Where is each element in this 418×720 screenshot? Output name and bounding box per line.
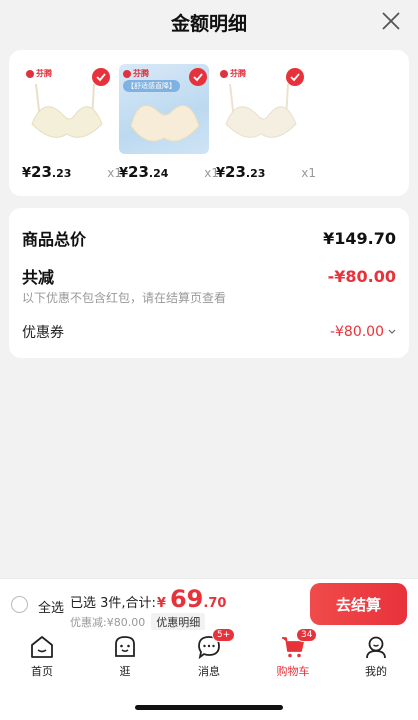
page-title: 金额明细 xyxy=(170,12,247,35)
total-line: 已选 3件,合计: ¥ 69 .70 xyxy=(70,585,226,613)
total-int: 69 xyxy=(169,585,204,613)
product-image[interactable]: 芬腾 xyxy=(22,64,112,154)
discount-detail-button[interactable]: 优惠明细 xyxy=(151,613,206,631)
discount-line: 优惠减:¥80.00 优惠明细 xyxy=(70,613,206,631)
tab-label: 消息 xyxy=(198,665,220,678)
tab-label: 逛 xyxy=(119,665,131,678)
goods-total-label: 商品总价 xyxy=(22,230,87,249)
brand-tag: 芬腾 xyxy=(123,68,149,79)
product-image[interactable]: 芬腾 xyxy=(216,64,306,154)
discount-note-row: 以下优惠不包含红包，请在结算页查看 xyxy=(22,289,396,306)
coupon-value-wrap[interactable]: -¥80.00 xyxy=(330,324,396,340)
product-item[interactable]: 芬腾 【舒适感直降】 ¥23.24 x1 xyxy=(119,64,219,181)
total-currency: ¥ xyxy=(156,596,166,611)
product-price: ¥23.23 xyxy=(216,163,266,181)
tab-profile[interactable]: 我的 xyxy=(341,634,411,679)
summary-card: 商品总价 ¥149.70 共减 -¥80.00 以下优惠不包含红包，请在结算页查… xyxy=(9,208,409,358)
tab-label: 首页 xyxy=(31,665,53,678)
brand-logo-icon xyxy=(220,69,228,78)
coupon-label: 优惠券 xyxy=(22,325,64,341)
checked-icon[interactable] xyxy=(189,68,207,86)
goods-total-row: 商品总价 ¥149.70 xyxy=(22,226,396,250)
chevron-down-icon xyxy=(388,329,396,334)
tab-messages[interactable]: 5+ 消息 xyxy=(174,628,244,679)
close-icon xyxy=(382,12,400,30)
brand-name: 芬腾 xyxy=(36,69,52,78)
product-item[interactable]: 芬腾 ¥23.23 x1 xyxy=(22,64,122,181)
message-icon: 5+ xyxy=(196,628,236,660)
brand-name: 芬腾 xyxy=(230,69,246,78)
face-icon xyxy=(112,634,138,660)
discount-summary: 优惠减:¥80.00 xyxy=(70,616,146,629)
message-badge: 5+ xyxy=(212,628,236,642)
discount-note: 以下优惠不包含红包，请在结算页查看 xyxy=(22,291,227,305)
product-item[interactable]: 芬腾 ¥23.23 x1 xyxy=(216,64,316,181)
select-all-label[interactable]: 全选 xyxy=(38,597,64,616)
total-dec: .70 xyxy=(203,596,227,611)
brand-tag: 芬腾 xyxy=(220,68,246,79)
selected-count-text: 已选 3件,合计: xyxy=(70,596,156,611)
brand-logo-icon xyxy=(123,69,131,78)
coupon-value: -¥80.00 xyxy=(329,324,384,340)
product-qty: x1 xyxy=(301,166,316,180)
checkout-bar: 全选 已选 3件,合计: ¥ 69 .70 优惠减:¥80.00 优惠明细 去结… xyxy=(0,578,418,631)
home-indicator xyxy=(135,705,283,710)
product-image[interactable]: 芬腾 【舒适感直降】 xyxy=(119,64,209,154)
tab-label: 我的 xyxy=(365,665,387,678)
coupon-row[interactable]: 优惠券 -¥80.00 xyxy=(22,322,396,342)
discount-row: 共减 -¥80.00 xyxy=(22,264,396,288)
checked-icon[interactable] xyxy=(286,68,304,86)
cart-badge: 34 xyxy=(296,628,318,642)
goods-total-value: ¥149.70 xyxy=(323,228,396,248)
sheet-header: 金额明细 xyxy=(0,0,418,44)
product-price: ¥23.24 xyxy=(119,163,169,181)
home-icon xyxy=(29,634,55,660)
select-all-radio[interactable] xyxy=(11,596,28,613)
product-price: ¥23.23 xyxy=(22,163,72,181)
tab-browse[interactable]: 逛 xyxy=(90,634,160,679)
cart-icon: 34 xyxy=(280,628,318,660)
profile-icon xyxy=(363,634,389,660)
brand-name: 芬腾 xyxy=(133,69,149,78)
promo-tag: 【舒适感直降】 xyxy=(123,80,180,92)
checked-icon[interactable] xyxy=(92,68,110,86)
tab-home[interactable]: 首页 xyxy=(7,634,77,679)
brand-tag: 芬腾 xyxy=(26,68,52,79)
checkout-button[interactable]: 去结算 xyxy=(310,583,407,625)
tab-cart[interactable]: 34 购物车 xyxy=(258,628,328,679)
products-card: 芬腾 ¥23.23 x1 芬腾 【舒适感直降】 ¥23.24 x1 芬腾 ¥23… xyxy=(9,50,409,196)
brand-logo-icon xyxy=(26,69,34,78)
tab-label: 购物车 xyxy=(276,665,310,678)
discount-label: 共减 xyxy=(22,268,55,287)
close-button[interactable] xyxy=(380,10,402,32)
discount-value: -¥80.00 xyxy=(327,266,396,286)
